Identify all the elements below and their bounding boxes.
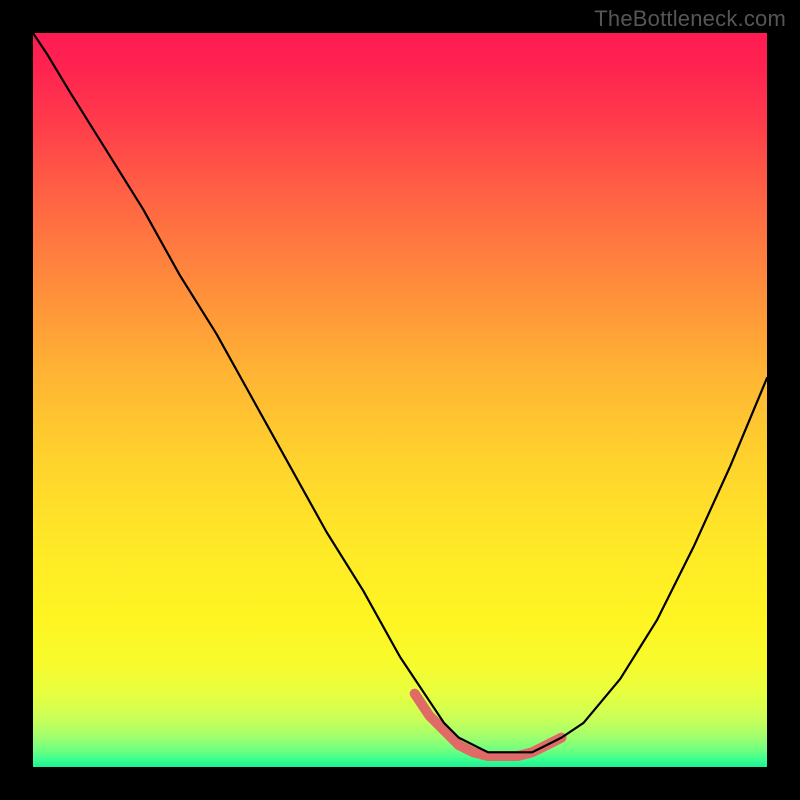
chart-stage: TheBottleneck.com <box>0 0 800 800</box>
watermark-text: TheBottleneck.com <box>594 6 786 32</box>
chart-svg <box>33 33 767 767</box>
chart-plot-area <box>33 33 767 767</box>
